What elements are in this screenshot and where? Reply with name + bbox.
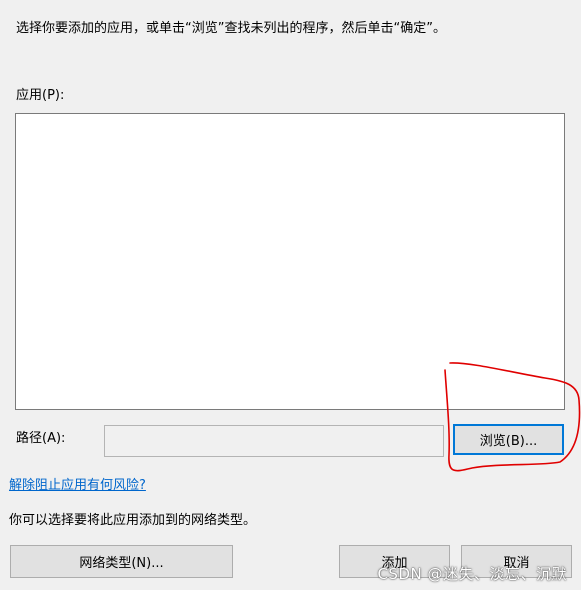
browse-button[interactable]: 浏览(B)...: [453, 424, 564, 455]
network-types-button[interactable]: 网络类型(N)...: [10, 545, 233, 578]
network-type-text: 你可以选择要将此应用添加到的网络类型。: [9, 513, 257, 528]
path-input[interactable]: [104, 425, 444, 457]
instruction-text: 选择你要添加的应用，或单击“浏览”查找未列出的程序，然后单击“确定”。: [16, 21, 446, 36]
risk-help-link[interactable]: 解除阻止应用有何风险?: [9, 477, 146, 495]
apps-label: 应用(P):: [16, 88, 65, 103]
path-label: 路径(A):: [16, 431, 66, 446]
watermark: CSDN @迷失、淡忘、沉默: [377, 565, 567, 583]
apps-listbox[interactable]: [15, 113, 565, 410]
